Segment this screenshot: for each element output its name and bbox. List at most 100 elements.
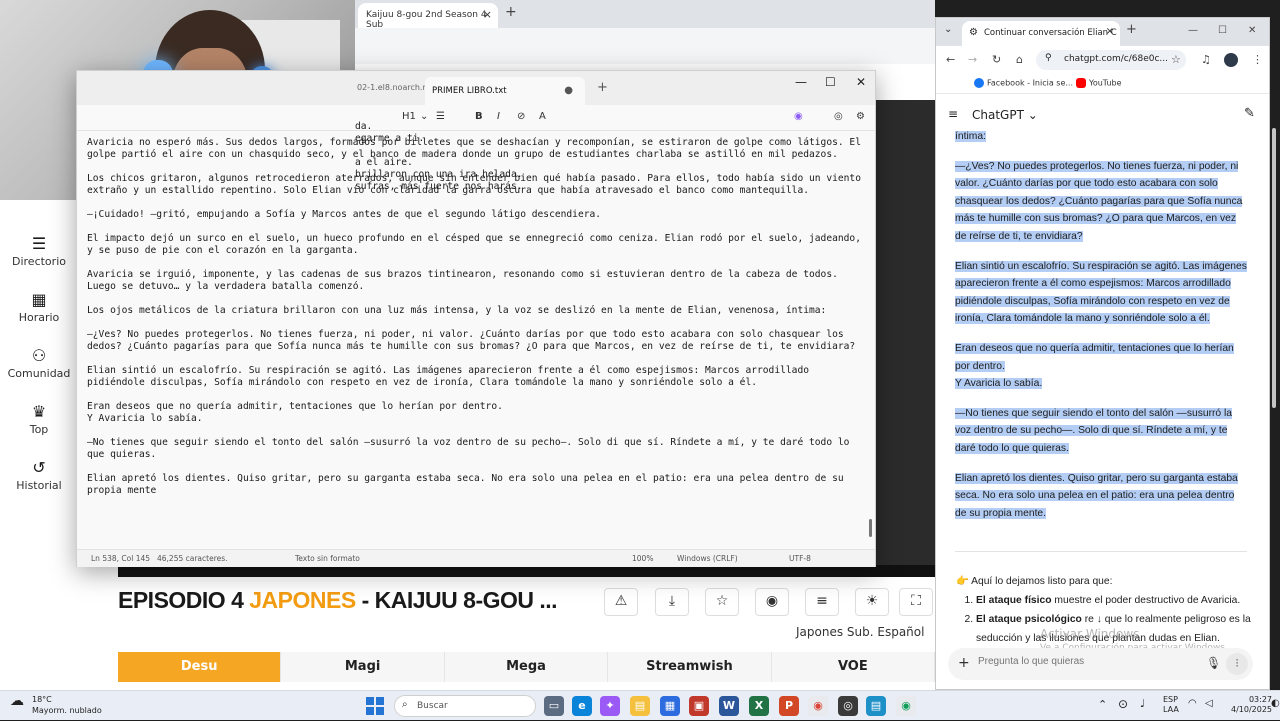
store-icon[interactable]: ▦: [660, 696, 680, 716]
close-button[interactable]: ✕: [856, 75, 866, 89]
language-indicator[interactable]: ESP LAA: [1163, 695, 1179, 715]
search-icon: ⌕: [402, 699, 408, 710]
chrome-icon[interactable]: ◉: [808, 696, 828, 716]
excel-icon[interactable]: X: [749, 696, 769, 716]
maximize-button[interactable]: ☐: [825, 75, 836, 89]
report-button[interactable]: ⚠: [604, 588, 638, 616]
model-selector[interactable]: ChatGPT ⌄: [972, 108, 1038, 122]
clock[interactable]: 03:27 4/10/2025: [1231, 695, 1272, 715]
photo-app-icon[interactable]: ▣: [689, 696, 709, 716]
new-chat-icon[interactable]: ✎: [1244, 106, 1255, 121]
tab-title: Continuar conversación Elian C: [984, 28, 1117, 38]
minimize-button[interactable]: —: [795, 75, 807, 89]
network-icon[interactable]: ⊙: [1118, 697, 1128, 711]
list-item-bold: El ataque físico: [976, 595, 1052, 606]
video-player[interactable]: [876, 100, 935, 575]
maximize-button[interactable]: ☐: [1218, 25, 1227, 36]
list-icon: ☰: [31, 234, 47, 253]
chat-input[interactable]: [978, 656, 1198, 667]
server-tab-magi[interactable]: Magi: [281, 652, 445, 682]
playlist-icon: ≡: [816, 593, 828, 609]
tab-search-icon[interactable]: ⌄: [944, 24, 952, 35]
taskbar-search[interactable]: ⌕ Buscar: [394, 695, 536, 717]
sidebar-item-historial[interactable]: ↺ Historial: [0, 458, 78, 492]
notification-icon[interactable]: ◐: [1271, 698, 1280, 709]
home-icon[interactable]: ⌂: [1016, 53, 1023, 66]
zoom-level[interactable]: 100%: [632, 554, 653, 563]
chat-input-box[interactable]: + 🎙 ⫶: [948, 648, 1253, 680]
light-button[interactable]: ☀: [855, 588, 889, 616]
microphone-icon[interactable]: ♩: [1140, 697, 1145, 710]
new-tab-button[interactable]: +: [505, 4, 517, 20]
server-tab-mega[interactable]: Mega: [444, 652, 609, 682]
chat-scrollbar[interactable]: [1272, 128, 1276, 408]
text-paragraph: Los chicos gritaron, algunos retrocedier…: [87, 173, 867, 196]
word-icon[interactable]: W: [719, 696, 739, 716]
server-tab-desu[interactable]: Desu: [118, 652, 282, 682]
close-icon[interactable]: ×: [483, 8, 492, 21]
notepad-editor[interactable]: Avaricia no esperó más. Sus dedos largos…: [87, 137, 869, 537]
text-paragraph: Los ojos metálicos de la criatura brilla…: [87, 305, 827, 316]
sidebar-toggle-icon[interactable]: ≡: [948, 107, 958, 121]
language-select[interactable]: Japones Sub. Español: [782, 618, 932, 646]
encoding[interactable]: UTF-8: [789, 554, 811, 563]
download-button[interactable]: ⤓: [655, 588, 689, 616]
more-menu-icon[interactable]: ⋮: [1252, 53, 1263, 66]
volume-icon[interactable]: ◁: [1205, 698, 1213, 709]
forward-icon[interactable]: →: [968, 53, 977, 66]
plus-icon[interactable]: +: [958, 655, 970, 671]
unsaved-dot-icon[interactable]: ●: [564, 85, 573, 96]
notepad-icon[interactable]: ▤: [866, 696, 886, 716]
microphone-icon[interactable]: 🎙: [1206, 656, 1221, 670]
bookmark-label: YouTube: [1089, 78, 1122, 88]
tab-title: Kaijuu 8-gou 2nd Season 4 Sub: [366, 10, 487, 30]
bookmark-youtube[interactable]: YouTube: [1076, 78, 1122, 88]
weather-description: Mayorm. nublado: [32, 706, 102, 715]
bookmarks-bar: Facebook - Inicia se... YouTube: [936, 74, 1269, 94]
reload-icon[interactable]: ↻: [992, 53, 1001, 66]
server-tab-voe[interactable]: VOE: [771, 652, 936, 682]
voice-mode-icon[interactable]: ⫶: [1226, 653, 1248, 675]
expand-button[interactable]: ⛶: [899, 588, 933, 616]
new-tab-button[interactable]: +: [1126, 22, 1137, 37]
sidebar-item-top[interactable]: ♛ Top: [0, 402, 78, 436]
site-info-icon[interactable]: ⚲: [1045, 53, 1052, 63]
account-icon[interactable]: ◎: [834, 111, 843, 122]
notepad-tab-active[interactable]: PRIMER LIBRO.txt ●: [425, 77, 585, 105]
background-browser-tab[interactable]: Kaijuu 8-gou 2nd Season 4 Sub ×: [358, 3, 498, 30]
start-button[interactable]: [366, 697, 384, 715]
gear-icon[interactable]: ⚙: [856, 111, 865, 122]
obs-icon[interactable]: ◎: [838, 696, 858, 716]
profile-avatar[interactable]: [1224, 53, 1238, 67]
close-button[interactable]: ✕: [1248, 25, 1256, 36]
new-tab-button[interactable]: +: [597, 80, 608, 95]
server-tab-streamwish[interactable]: Streamwish: [608, 652, 772, 682]
copilot-icon[interactable]: ✦: [600, 696, 620, 716]
notepad-scrollbar[interactable]: [869, 519, 872, 537]
minimize-button[interactable]: —: [1188, 25, 1198, 36]
wifi-icon[interactable]: ◠: [1188, 698, 1197, 709]
sidebar-item-comunidad[interactable]: ⚇ Comunidad: [0, 346, 78, 380]
chrome-profile-icon[interactable]: ◉: [896, 696, 916, 716]
address-bar[interactable]: ⚲ chatgpt.com/c/68e0c...: [1036, 50, 1186, 70]
sidebar-item-horario[interactable]: ▦ Horario: [0, 290, 78, 324]
back-icon[interactable]: ←: [946, 53, 955, 66]
episode-title-prefix: EPISODIO 4: [118, 587, 250, 613]
chevron-up-icon[interactable]: ⌃: [1098, 698, 1107, 711]
chrome-tab-active[interactable]: ⚙ Continuar conversación Elian C ×: [962, 21, 1120, 46]
media-icon[interactable]: ♫: [1201, 53, 1211, 66]
playlist-button[interactable]: ≡: [805, 588, 839, 616]
sidebar-item-directorio[interactable]: ☰ Directorio: [0, 234, 78, 268]
task-view-icon[interactable]: ▭: [544, 696, 564, 716]
file-explorer-icon[interactable]: ▤: [630, 696, 650, 716]
format-indicator[interactable]: Texto sin formato: [295, 554, 360, 563]
watched-button[interactable]: ◉: [755, 588, 789, 616]
powerpoint-icon[interactable]: P: [779, 696, 799, 716]
copilot-icon[interactable]: ◉: [794, 111, 803, 122]
line-ending[interactable]: Windows (CRLF): [677, 554, 738, 563]
close-icon[interactable]: ×: [1106, 26, 1114, 37]
favorite-button[interactable]: ☆: [705, 588, 739, 616]
bookmark-facebook[interactable]: Facebook - Inicia se...: [974, 78, 1073, 88]
bookmark-star-icon[interactable]: ☆: [1171, 53, 1181, 66]
edge-icon[interactable]: e: [572, 696, 592, 716]
